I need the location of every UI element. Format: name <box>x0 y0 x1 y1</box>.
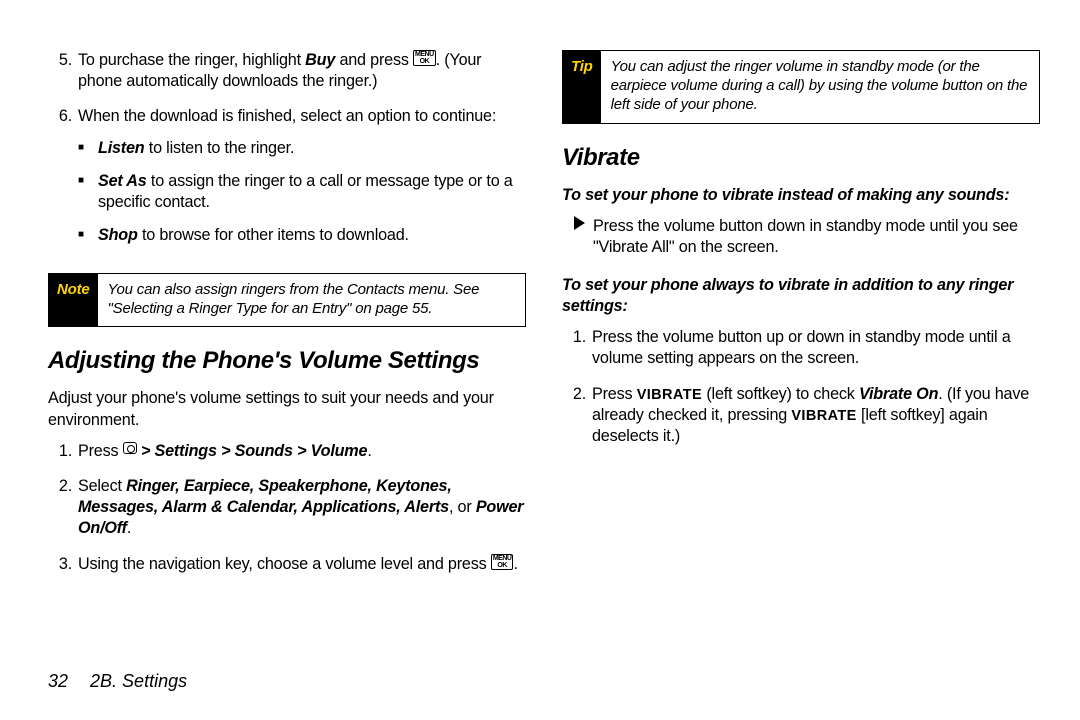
section-heading-vibrate: Vibrate <box>562 142 1040 173</box>
step-2: 2. Select Ringer, Earpiece, Speakerphone… <box>48 476 526 540</box>
step-2: 2. Press VIBRATE (left softkey) to check… <box>562 384 1040 448</box>
step-number: 2. <box>48 476 72 540</box>
section-label: 2B. Settings <box>90 671 187 692</box>
vibrate-steps: 1. Press the volume button up or down in… <box>562 327 1040 447</box>
option-list: ■Listen to listen to the ringer. ■Set As… <box>78 138 526 247</box>
right-column: Tip You can adjust the ringer volume in … <box>562 50 1040 589</box>
page-number: 32 <box>48 671 68 692</box>
lead-in-2: To set your phone always to vibrate in a… <box>562 275 1040 317</box>
section-heading-volume: Adjusting the Phone's Volume Settings <box>48 345 526 376</box>
step-number: 3. <box>48 554 72 575</box>
step-number: 6. <box>48 106 72 258</box>
note-text: You can also assign ringers from the Con… <box>98 274 525 326</box>
two-column-layout: 5. To purchase the ringer, highlight Buy… <box>48 50 1040 589</box>
tip-callout: Tip You can adjust the ringer volume in … <box>562 50 1040 124</box>
list-item: ■Shop to browse for other items to downl… <box>78 225 526 246</box>
note-callout: Note You can also assign ringers from th… <box>48 273 526 327</box>
step-3: 3. Using the navigation key, choose a vo… <box>48 554 526 575</box>
menu-ok-key-icon: MENUOK <box>413 50 436 66</box>
arrow-bullet: Press the volume button down in standby … <box>574 216 1040 258</box>
step-body: Press the volume button up or down in st… <box>592 327 1040 369</box>
square-bullet-icon: ■ <box>78 138 98 159</box>
download-steps-continued: 5. To purchase the ringer, highlight Buy… <box>48 50 526 259</box>
step-6: 6. When the download is finished, select… <box>48 106 526 258</box>
step-number: 2. <box>562 384 586 448</box>
step-body: When the download is finished, select an… <box>78 106 526 258</box>
manual-page: 5. To purchase the ringer, highlight Buy… <box>0 0 1080 720</box>
step-1: 1. Press the volume button up or down in… <box>562 327 1040 369</box>
step-body: Using the navigation key, choose a volum… <box>78 554 526 575</box>
list-item: ■Set As to assign the ringer to a call o… <box>78 171 526 213</box>
menu-ok-key-icon: MENUOK <box>491 554 514 570</box>
square-bullet-icon: ■ <box>78 171 98 213</box>
bullet-text: Press the volume button down in standby … <box>593 216 1040 258</box>
list-item: ■Listen to listen to the ringer. <box>78 138 526 159</box>
note-tag: Note <box>49 274 98 326</box>
step-body: To purchase the ringer, highlight Buy an… <box>78 50 526 92</box>
tip-tag: Tip <box>563 51 601 123</box>
step-number: 5. <box>48 50 72 92</box>
tip-text: You can adjust the ringer volume in stan… <box>601 51 1039 123</box>
step-body: Press > Settings > Sounds > Volume. <box>78 441 526 462</box>
arrow-icon <box>574 216 585 230</box>
lead-in-1: To set your phone to vibrate instead of … <box>562 185 1040 206</box>
step-1: 1. Press > Settings > Sounds > Volume. <box>48 441 526 462</box>
left-column: 5. To purchase the ringer, highlight Buy… <box>48 50 526 589</box>
square-bullet-icon: ■ <box>78 225 98 246</box>
step-number: 1. <box>562 327 586 369</box>
step-body: Select Ringer, Earpiece, Speakerphone, K… <box>78 476 526 540</box>
nav-key-icon <box>123 442 137 454</box>
volume-steps: 1. Press > Settings > Sounds > Volume. 2… <box>48 441 526 575</box>
intro-paragraph: Adjust your phone's volume settings to s… <box>48 388 526 430</box>
step-number: 1. <box>48 441 72 462</box>
page-footer: 32 2B. Settings <box>48 671 187 692</box>
step-body: Press VIBRATE (left softkey) to check Vi… <box>592 384 1040 448</box>
step-5: 5. To purchase the ringer, highlight Buy… <box>48 50 526 92</box>
